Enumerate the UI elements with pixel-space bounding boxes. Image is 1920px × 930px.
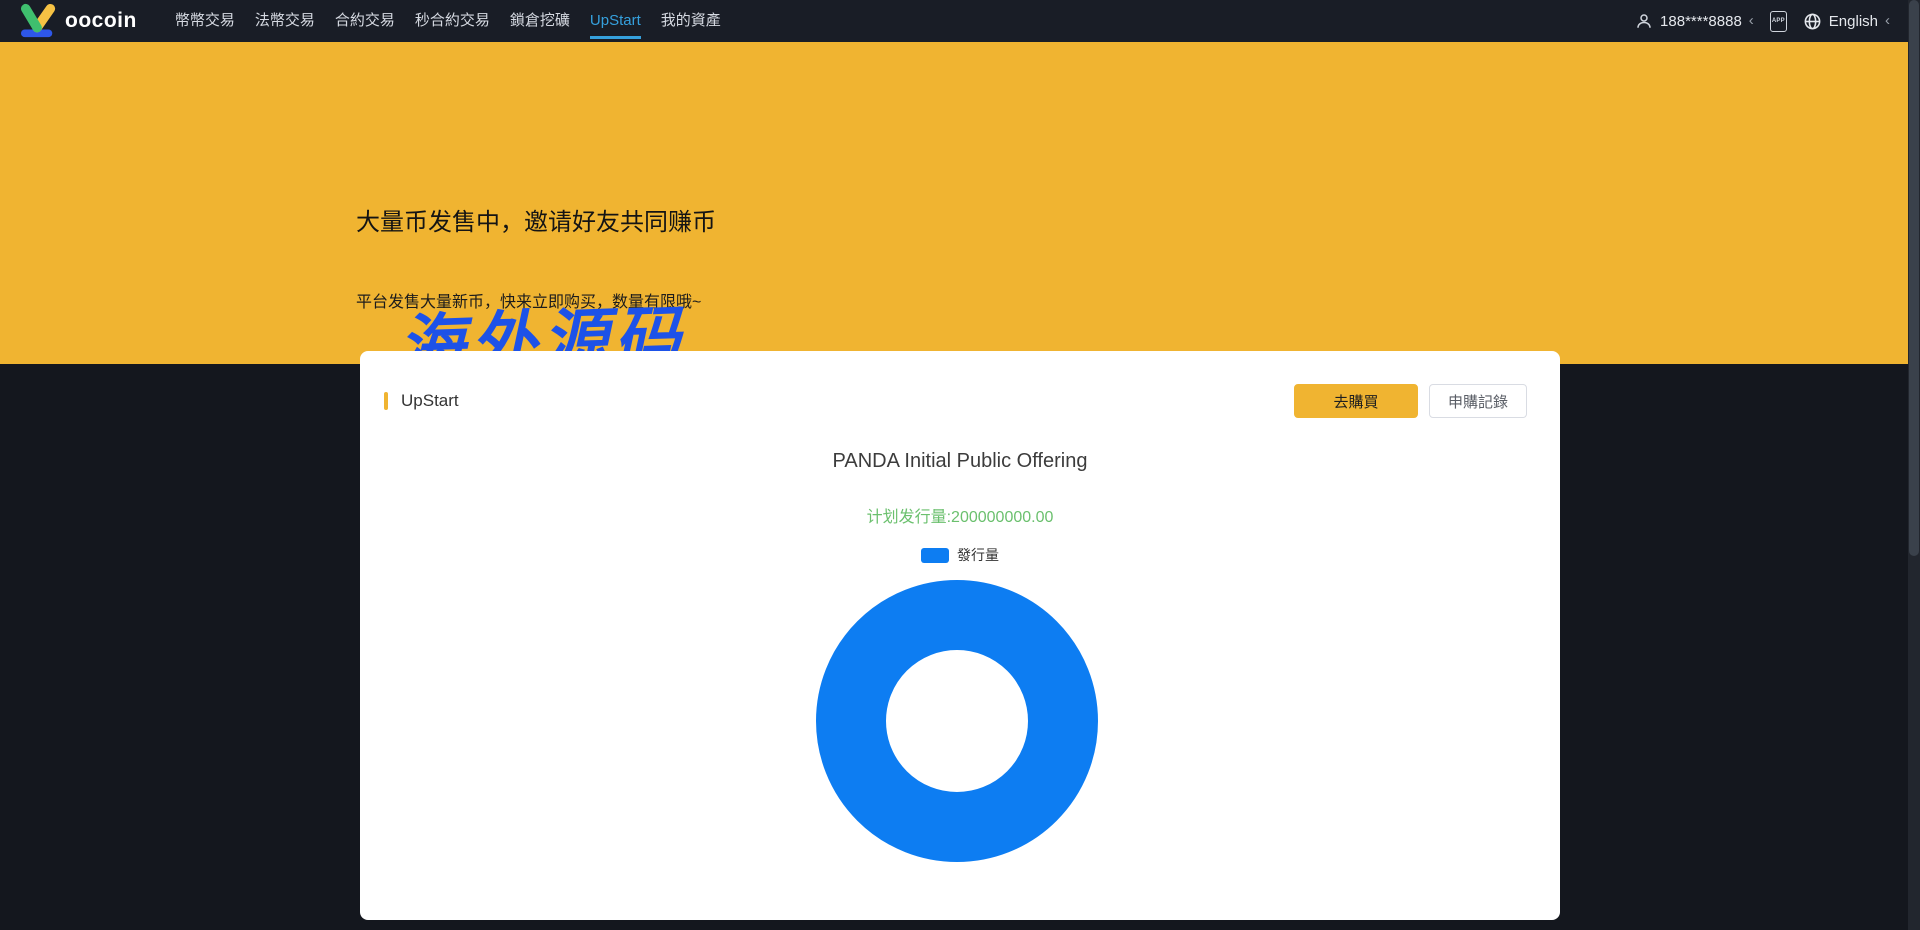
scrollbar-thumb[interactable] bbox=[1909, 0, 1919, 556]
app-download-icon[interactable]: APP bbox=[1770, 11, 1787, 32]
nav-item-fiat-trade[interactable]: 法幣交易 bbox=[245, 0, 325, 42]
chevron-icon: ‹ bbox=[1749, 13, 1754, 28]
header-buttons: 去購買 申購記錄 bbox=[1294, 384, 1527, 418]
main-nav: 幣幣交易 法幣交易 合約交易 秒合約交易 鎖倉挖礦 UpStart 我的資產 bbox=[165, 0, 731, 42]
language-selector[interactable]: English ‹ bbox=[1803, 12, 1890, 31]
user-icon bbox=[1635, 12, 1653, 30]
accent-bar bbox=[384, 392, 388, 410]
hero-banner: 大量币发售中，邀请好友共同赚币 平台发售大量新币，快来立即购买，数量有限哦~ 海… bbox=[0, 42, 1920, 364]
nav-item-coin-trade[interactable]: 幣幣交易 bbox=[165, 0, 245, 42]
nav-item-my-assets[interactable]: 我的資產 bbox=[651, 0, 731, 42]
nav-item-upstart[interactable]: UpStart bbox=[580, 0, 651, 42]
nav-item-lock-mining[interactable]: 鎖倉挖礦 bbox=[500, 0, 580, 42]
user-phone: 188****8888 bbox=[1660, 13, 1742, 30]
language-label: English bbox=[1829, 13, 1878, 30]
app-badge-label: APP bbox=[1772, 18, 1785, 24]
scrollbar-track[interactable] bbox=[1908, 0, 1920, 930]
offering-title: PANDA Initial Public Offering bbox=[360, 450, 1560, 473]
card-header: UpStart 去購買 申購記錄 bbox=[384, 384, 1527, 418]
purchase-record-button[interactable]: 申購記錄 bbox=[1429, 384, 1527, 418]
planned-issuance-text: 计划发行量:200000000.00 bbox=[360, 503, 1560, 527]
section-title: UpStart bbox=[401, 391, 459, 411]
buy-button[interactable]: 去購買 bbox=[1294, 384, 1418, 418]
legend-swatch[interactable] bbox=[921, 548, 949, 563]
top-navbar: oocoin 幣幣交易 法幣交易 合約交易 秒合約交易 鎖倉挖礦 UpStart… bbox=[0, 0, 1920, 42]
logo[interactable]: oocoin bbox=[18, 3, 137, 39]
banner-title: 大量币发售中，邀请好友共同赚币 bbox=[356, 202, 716, 237]
logo-text: oocoin bbox=[65, 9, 137, 33]
chevron-icon: ‹ bbox=[1885, 13, 1890, 28]
nav-item-second-contract[interactable]: 秒合約交易 bbox=[405, 0, 500, 42]
upstart-card: UpStart 去購買 申購記錄 PANDA Initial Public Of… bbox=[360, 351, 1560, 920]
page: oocoin 幣幣交易 法幣交易 合約交易 秒合約交易 鎖倉挖礦 UpStart… bbox=[0, 0, 1920, 930]
user-menu[interactable]: 188****8888 ‹ bbox=[1635, 12, 1754, 30]
nav-item-contract-trade[interactable]: 合約交易 bbox=[325, 0, 405, 42]
globe-icon bbox=[1803, 12, 1822, 31]
navbar-right: 188****8888 ‹ APP English ‹ bbox=[1635, 11, 1890, 32]
legend-label: 發行量 bbox=[957, 545, 999, 565]
issuance-donut-chart[interactable] bbox=[816, 580, 1098, 862]
chart-legend: 發行量 bbox=[360, 545, 1560, 565]
logo-v-icon bbox=[18, 3, 60, 39]
